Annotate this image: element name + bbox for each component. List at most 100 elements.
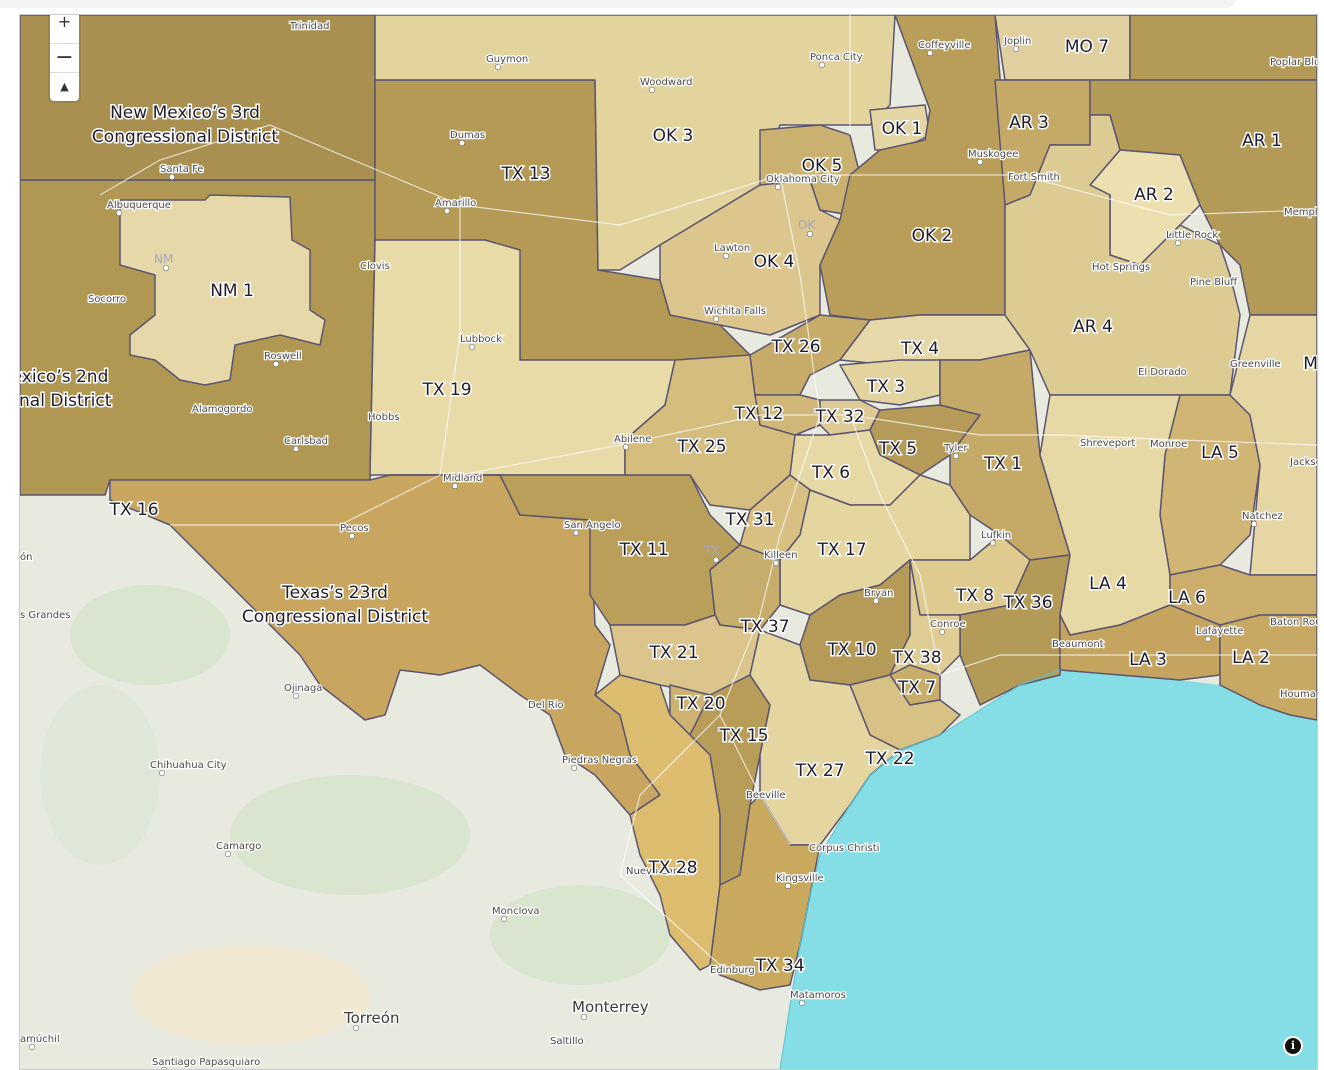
city-label: Guymon [486,54,528,65]
browser-top-bar [0,0,1235,8]
city-label: Piedras Negras [562,755,637,766]
district-label: TX 17 [816,540,866,560]
map-view[interactable]: Trinidad Guymon Ponca City Coffeyville Jopli… [19,14,1318,1070]
city-label: Fort Smith [1008,172,1060,183]
city-label: Woodward [640,77,692,88]
city-label: Poplar Bluff [1270,57,1317,68]
city-label: Edinburg [710,965,755,976]
city-marker [571,765,577,771]
compass-icon: ▲ [60,80,69,93]
district-label: OK 3 [653,126,694,146]
city-label: Tyler [943,443,968,454]
city-label: Ponca City [810,52,863,63]
district-label: TX 36 [1002,593,1052,613]
district-label: OK 5 [802,156,843,176]
city-label: Albuquerque [107,200,171,211]
city-label: Camargo [216,841,261,852]
city-label: Bryan [864,588,893,599]
city-marker [1175,240,1181,246]
city-label: ón [20,551,32,563]
city-label: Dumas [450,130,485,141]
district-label: TX 31 [724,510,774,530]
city-marker [495,64,501,70]
district-label: TX 5 [878,439,917,459]
city-label: Pecos [340,523,369,534]
district-mo-8[interactable] [1129,15,1317,81]
city-label: OK [798,218,816,232]
city-label: Lawton [714,243,750,254]
district-label: TX 10 [826,640,876,660]
district-label: TX 28 [647,858,697,878]
city-label: Lafayette [1196,626,1243,637]
city-label: El Dorado [1138,367,1187,378]
district-label: TX 26 [770,337,820,357]
map-canvas[interactable]: Trinidad Guymon Ponca City Coffeyville Jopli… [20,15,1317,1069]
city-label: amúchil [20,1033,60,1045]
district-label: TX 32 [814,407,864,427]
city-marker [444,208,450,214]
district-label: OK 2 [912,226,953,246]
district-label: TX 16 [108,500,158,520]
city-marker [169,174,175,180]
district-label: TX 20 [675,694,725,714]
district-label: LA 4 [1089,574,1127,594]
city-marker [1251,521,1257,527]
attribution-info-button[interactable]: i [1283,1036,1303,1056]
city-marker [1205,636,1211,642]
city-label: Memphis [1284,207,1317,218]
city-label: Trinidad [289,21,329,32]
district-label: TX 6 [811,463,850,483]
city-label: Conroe [930,619,966,630]
city-label: Lufkin [981,530,1011,541]
city-label: Natchez [1242,511,1283,522]
zoom-in-button[interactable]: + [50,15,79,29]
district-label: AR 4 [1073,317,1113,337]
city-label: Joplin [1003,36,1031,47]
city-label: Socorro [88,294,126,305]
city-marker [807,231,813,237]
city-marker [649,87,655,93]
city-label: Matamoros [790,990,846,1001]
district-label: onal District [20,391,112,411]
city-label: Beeville [746,790,786,801]
city-marker [713,557,719,563]
city-marker [977,159,983,165]
city-marker [353,1025,359,1031]
city-marker [293,693,299,699]
city-marker [459,140,465,146]
city-marker [775,184,781,190]
city-label: Carlsbad [284,436,328,447]
district-label: Congressional District [92,127,278,147]
city-marker [452,483,458,489]
compass-reset-button[interactable]: ▲ [50,72,79,100]
city-label: TX [703,544,720,558]
city-marker [273,361,279,367]
city-label: Saltillo [550,1036,584,1047]
district-label: exico’s 2nd [20,367,108,387]
district-label: LA 2 [1232,648,1270,668]
city-label: NM [154,252,173,266]
city-label: Santiago Papasquiaro [152,1057,260,1068]
zoom-out-button[interactable]: − [50,43,79,71]
district-label: TX 1 [983,454,1022,474]
district-label: TX 7 [897,678,936,698]
city-label: Houma [1280,689,1316,700]
city-marker [225,851,231,857]
city-marker [773,560,779,566]
city-label: Greenville [1230,359,1281,370]
city-label: Jackson [1289,457,1317,468]
district-label: MS [1303,354,1317,374]
city-marker [785,883,791,889]
city-label: Pine Bluff [1190,277,1238,288]
city-marker [163,265,169,271]
district-label: TX 27 [794,761,844,781]
city-marker [723,253,729,259]
district-label: LA 5 [1201,443,1239,463]
city-label: Roswell [264,351,302,362]
info-icon: i [1285,1038,1301,1054]
city-label: Corpus Christi [809,843,879,854]
district-label: AR 2 [1134,185,1174,205]
city-label: Clovis [360,261,390,272]
city-label: Little Rock [1166,230,1218,241]
city-marker [349,533,355,539]
